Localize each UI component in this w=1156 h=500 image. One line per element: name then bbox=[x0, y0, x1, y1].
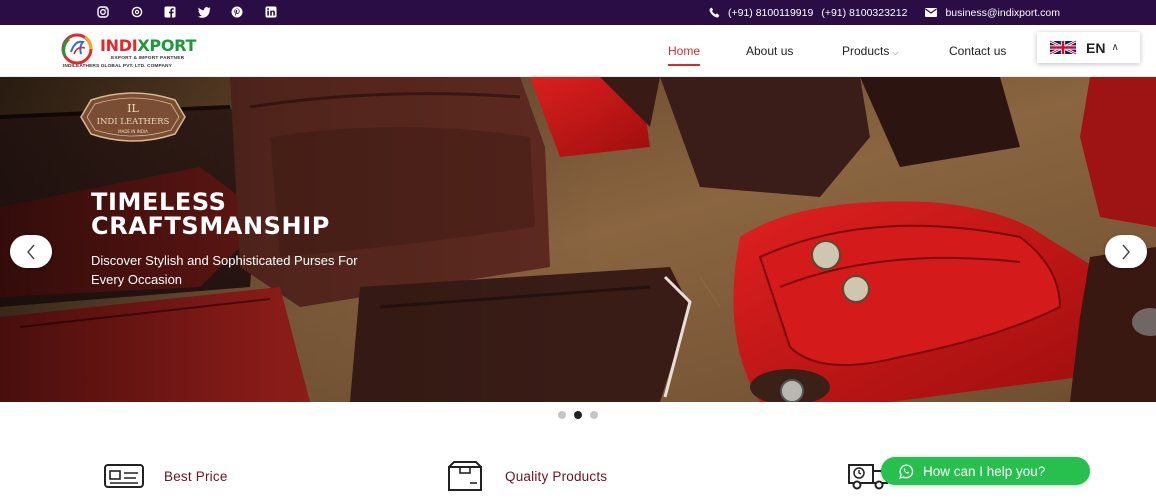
hero-title: TIMELESS CRAFTSMANSHIP bbox=[91, 190, 330, 238]
language-switcher[interactable]: EN ∧ bbox=[1037, 32, 1140, 63]
slide-dot-2[interactable] bbox=[574, 411, 582, 419]
slider-prev-button[interactable] bbox=[10, 235, 52, 268]
email-contact[interactable]: business@indixport.com bbox=[925, 7, 1060, 19]
hero-title-line-2: CRAFTSMANSHIP bbox=[91, 212, 330, 240]
logo-tagline: EXPORT & IMPORT PARTNER bbox=[111, 56, 185, 61]
whatsapp-icon bbox=[899, 463, 914, 479]
hero-slider: IL INDI LEATHERS MADE IN INDIA TIMELESS … bbox=[0, 77, 1156, 402]
envelope-icon bbox=[925, 8, 938, 17]
nav-products-label: Products bbox=[842, 44, 890, 58]
package-box-icon bbox=[443, 458, 487, 494]
uk-flag-icon bbox=[1050, 40, 1076, 55]
brand-badge: IL INDI LEATHERS MADE IN INDIA bbox=[80, 92, 186, 142]
email-address[interactable]: business@indixport.com bbox=[945, 7, 1060, 19]
chevron-up-icon: ∧ bbox=[1111, 42, 1119, 53]
instagram-icon[interactable] bbox=[97, 5, 131, 19]
svg-text:INDI LEATHERS: INDI LEATHERS bbox=[97, 117, 170, 127]
chevron-left-icon bbox=[27, 244, 35, 259]
social-links bbox=[97, 5, 298, 19]
site-header: INDIXPORT EXPORT & IMPORT PARTNER INDILE… bbox=[0, 25, 1156, 77]
feature-quality: Quality Products bbox=[443, 458, 607, 494]
threads-icon[interactable] bbox=[131, 5, 165, 19]
whatsapp-chat-button[interactable]: How can I help you? bbox=[881, 457, 1090, 485]
slide-dot-3[interactable] bbox=[590, 411, 598, 419]
site-logo[interactable]: INDIXPORT EXPORT & IMPORT PARTNER INDILE… bbox=[57, 31, 207, 71]
nav-products[interactable]: Products ⌵ bbox=[842, 44, 898, 58]
whatsapp-label: How can I help you? bbox=[923, 463, 1046, 479]
logo-wordmark: INDIXPORT bbox=[100, 36, 197, 55]
nav-about[interactable]: About us bbox=[746, 44, 793, 58]
feature-best-price: Best Price bbox=[102, 458, 228, 494]
logo-emblem-icon bbox=[61, 33, 93, 65]
phone-contact[interactable]: (+91) 8100119919 bbox=[709, 7, 813, 19]
pinterest-icon[interactable] bbox=[231, 5, 265, 19]
slide-dot-1[interactable] bbox=[558, 411, 566, 419]
hero-subtitle: Discover Stylish and Sophisticated Purse… bbox=[91, 253, 358, 287]
svg-text:MADE IN INDIA: MADE IN INDIA bbox=[118, 129, 148, 134]
phone-icon bbox=[709, 7, 720, 18]
slider-next-button[interactable] bbox=[1105, 235, 1147, 268]
linkedin-icon[interactable] bbox=[265, 5, 299, 19]
price-card-icon bbox=[102, 458, 146, 494]
feature-best-price-label: Best Price bbox=[164, 468, 228, 484]
phone-2[interactable]: (+91) 8100323212 bbox=[821, 7, 907, 19]
slider-pagination bbox=[558, 411, 598, 419]
language-code: EN bbox=[1086, 39, 1106, 56]
twitter-icon[interactable] bbox=[197, 5, 232, 19]
svg-text:IL: IL bbox=[127, 102, 139, 115]
phone-1[interactable]: (+91) 8100119919 bbox=[728, 7, 813, 19]
feature-quality-label: Quality Products bbox=[505, 468, 608, 484]
nav-contact[interactable]: Contact us bbox=[949, 44, 1006, 58]
chevron-right-icon bbox=[1122, 244, 1130, 259]
phone-contact-2[interactable]: (+91) 8100323212 bbox=[821, 7, 907, 19]
contact-info: (+91) 8100119919 (+91) 8100323212 busine… bbox=[701, 0, 1060, 25]
hero-title-line-1: TIMELESS bbox=[91, 188, 227, 216]
chevron-down-icon: ⌵ bbox=[892, 48, 899, 57]
nav-home[interactable]: Home bbox=[668, 44, 701, 66]
top-bar: (+91) 8100119919 (+91) 8100323212 busine… bbox=[0, 0, 1156, 25]
facebook-icon[interactable] bbox=[164, 5, 198, 19]
logo-company: INDILEATHERS GLOBAL PVT. LTD. COMPANY bbox=[63, 64, 172, 69]
